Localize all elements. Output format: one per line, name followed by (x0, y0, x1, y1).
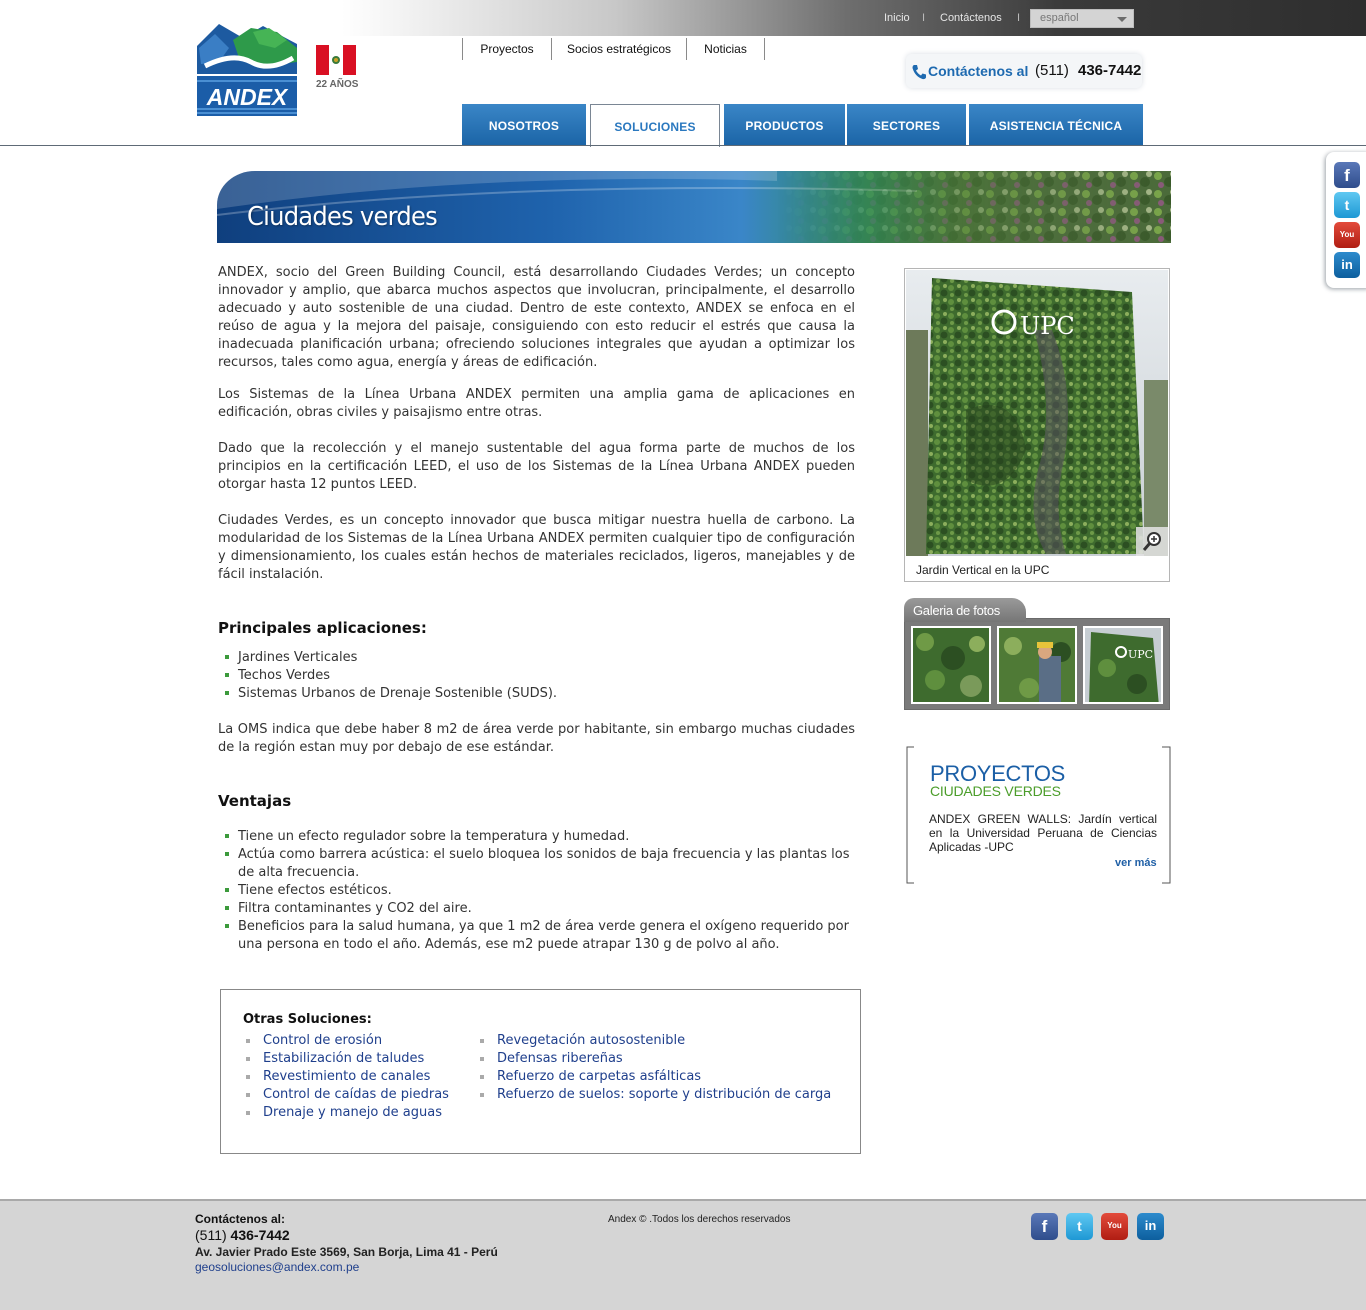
other-solutions-col2: Revegetación autosostenible Defensas rib… (477, 1032, 831, 1104)
gallery-title: Galeria de fotos (904, 598, 1026, 622)
solution-link[interactable]: Revegetación autosostenible (477, 1032, 831, 1050)
solution-link[interactable]: Drenaje y manejo de aguas (243, 1104, 449, 1122)
paragraph: Los Sistemas de la Línea Urbana ANDEX pe… (218, 387, 855, 420)
solution-link[interactable]: Refuerzo de carpetas asfálticas (477, 1068, 831, 1086)
social-sidebar: f t You in (1326, 152, 1366, 288)
andex-logo[interactable]: ANDEX (193, 18, 305, 122)
header-divider (0, 145, 1366, 146)
footer: Contáctenos al: (511) 436-7442 Av. Javie… (0, 1199, 1366, 1310)
solution-link[interactable]: Estabilización de taludes (243, 1050, 449, 1068)
tab-nosotros[interactable]: NOSOTROS (462, 104, 586, 146)
intro-paragraph: ANDEX, socio del Green Building Council,… (218, 265, 855, 370)
nav-noticias[interactable]: Noticias (686, 38, 765, 60)
tab-productos[interactable]: PRODUCTOS (724, 104, 845, 146)
main-content: ANDEX, socio del Green Building Council,… (218, 264, 855, 954)
language-select[interactable]: español (1030, 9, 1134, 28)
tab-asistencia-tecnica[interactable]: ASISTENCIA TÉCNICA (969, 104, 1143, 146)
nav-socios[interactable]: Socios estratégicos (551, 38, 686, 60)
ver-mas-link[interactable]: ver más (1115, 857, 1157, 869)
link-contactenos[interactable]: Contáctenos (940, 12, 1002, 24)
vertical-garden-photo[interactable]: UPC (906, 270, 1168, 556)
youtube-icon[interactable]: You (1334, 222, 1360, 248)
svg-text:ANDEX: ANDEX (206, 84, 289, 110)
gallery-thumb[interactable] (997, 626, 1077, 704)
footer-contact-heading: Contáctenos al: (195, 1212, 286, 1226)
linkedin-icon[interactable]: in (1334, 252, 1360, 278)
solution-link[interactable]: Control de caídas de piedras (243, 1086, 449, 1104)
page-title: Ciudades verdes (247, 202, 438, 232)
tab-sectores[interactable]: SECTORES (847, 104, 966, 146)
footer-phone: (511) 436-7442 (195, 1227, 290, 1243)
gallery-thumbnails: UPC (904, 618, 1170, 710)
copyright: Andex © .Todos los derechos reservados (608, 1214, 791, 1225)
twitter-icon[interactable]: t (1334, 192, 1360, 218)
list-item: Tiene un efecto regulador sobre la tempe… (218, 828, 855, 846)
other-solutions-heading: Otras Soluciones: (243, 1012, 372, 1027)
phone-number: 436-7442 (1078, 62, 1142, 79)
separator: I (1017, 12, 1021, 24)
page-banner: Ciudades verdes (217, 171, 1171, 243)
phone-label: Contáctenos al (928, 63, 1029, 79)
list-item: Beneficios para la salud humana, ya que … (218, 918, 855, 954)
paragraph: Ciudades Verdes, es un concepto innovado… (218, 513, 855, 582)
paragraph: Dado que la recolección y el manejo sust… (218, 441, 855, 492)
tab-soluciones[interactable]: SOLUCIONES (590, 104, 720, 147)
facebook-icon[interactable]: f (1031, 1213, 1058, 1240)
list-item: Filtra contaminantes y CO2 del aire. (218, 900, 855, 918)
chevron-down-icon (1117, 17, 1127, 22)
other-solutions-col1: Control de erosión Estabilización de tal… (243, 1032, 449, 1122)
list-item: Techos Verdes (218, 667, 855, 685)
projects-box: PROYECTOS CIUDADES VERDES ANDEX GREEN WA… (905, 745, 1171, 885)
svg-text:UPC: UPC (1128, 648, 1153, 661)
other-solutions-box: Otras Soluciones: Control de erosión Est… (220, 989, 861, 1154)
peru-flag-icon (316, 45, 356, 75)
list-item: Sistemas Urbanos de Drenaje Sostenible (… (218, 685, 855, 703)
solution-link[interactable]: Control de erosión (243, 1032, 449, 1050)
featured-photo: UPC Jardin Vertical en la UPC (904, 268, 1170, 582)
solution-link[interactable]: Revestimiento de canales (243, 1068, 449, 1086)
svg-text:UPC: UPC (1020, 312, 1075, 340)
gallery-thumb[interactable] (911, 626, 991, 704)
footer-phone-number: 436-7442 (230, 1227, 290, 1243)
linkedin-icon[interactable]: in (1137, 1213, 1164, 1240)
list-item: Actúa como barrera acústica: el suelo bl… (218, 846, 855, 882)
footer-email-link[interactable]: geosoluciones@andex.com.pe (195, 1260, 359, 1274)
language-value: español (1040, 12, 1079, 24)
phone-contact: Contáctenos al (511) 436-7442 (906, 54, 1142, 88)
link-inicio[interactable]: Inicio (884, 12, 910, 24)
oms-paragraph: La OMS indica que debe haber 8 m2 de áre… (218, 722, 855, 755)
footer-address: Av. Javier Prado Este 3569, San Borja, L… (195, 1245, 498, 1259)
photo-gallery: UPC Galeria de fotos (904, 598, 1170, 710)
advantages-heading: Ventajas (218, 792, 292, 810)
zoom-icon[interactable] (1136, 527, 1168, 556)
photo-caption: Jardin Vertical en la UPC (916, 563, 1050, 577)
nav-proyectos[interactable]: Proyectos (462, 38, 551, 60)
applications-heading: Principales aplicaciones: (218, 619, 427, 637)
facebook-icon[interactable]: f (1334, 162, 1360, 188)
projects-description: ANDEX GREEN WALLS: Jardín vertical en la… (929, 812, 1157, 854)
twitter-icon[interactable]: t (1066, 1213, 1093, 1240)
phone-prefix: (511) (1035, 62, 1069, 79)
gallery-thumb[interactable]: UPC (1083, 626, 1163, 704)
separator: I (922, 12, 926, 24)
applications-list: Jardines Verticales Techos Verdes Sistem… (218, 649, 855, 703)
list-item: Jardines Verticales (218, 649, 855, 667)
list-item: Tiene efectos estéticos. (218, 882, 855, 900)
solution-link[interactable]: Defensas ribereñas (477, 1050, 831, 1068)
phone-icon (912, 65, 926, 80)
years-badge: 22 AÑOS (316, 79, 359, 90)
footer-phone-prefix: (511) (195, 1227, 227, 1243)
youtube-icon[interactable]: You (1101, 1213, 1128, 1240)
projects-subtitle: CIUDADES VERDES (930, 783, 1061, 799)
solution-link[interactable]: Refuerzo de suelos: soporte y distribuci… (477, 1086, 831, 1104)
advantages-list: Tiene un efecto regulador sobre la tempe… (218, 828, 855, 954)
